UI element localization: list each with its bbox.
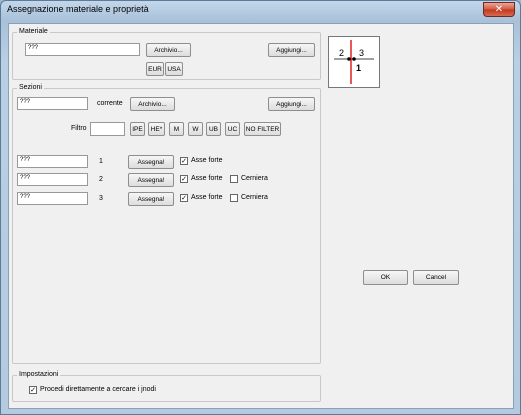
title-bar[interactable]: Assegnazione materiale e proprietà ✕ [1, 1, 520, 23]
usa-button[interactable]: USA [165, 62, 183, 76]
asse-forte-1-checkbox[interactable]: ✓ [180, 157, 188, 165]
impostazioni-group-label: Impostazioni [17, 371, 61, 378]
axis-node-right [352, 57, 356, 61]
section-axis-diagram: 2 3 1 [334, 40, 374, 84]
materiale-group-label: Materiale [17, 28, 50, 35]
materiale-group: Materiale ??? Archivio... Aggiungi... EU… [12, 28, 321, 80]
filter-none-button[interactable]: NO FILTER [244, 122, 281, 136]
sezione-3-number: 3 [99, 195, 103, 202]
assegna-3-button[interactable]: Assegna! [128, 192, 174, 206]
dialog-window: Assegnazione materiale e proprietà ✕ Mat… [0, 0, 521, 415]
sezioni-group-label: Sezioni [17, 84, 44, 91]
cerniera-3-label: Cerniera [241, 194, 268, 201]
filtro-input[interactable] [90, 122, 125, 136]
close-button[interactable]: ✕ [483, 2, 515, 17]
cerniera-2-label: Cerniera [241, 175, 268, 182]
materiale-input[interactable]: ??? [25, 43, 140, 56]
asse-forte-1-label: Asse forte [191, 157, 223, 164]
filtro-label: Filtro [71, 125, 87, 132]
close-icon: ✕ [494, 4, 504, 15]
sezione-2-number: 2 [99, 176, 103, 183]
materiale-aggiungi-button[interactable]: Aggiungi... [268, 43, 315, 57]
corrente-label: corrente [97, 100, 123, 107]
cerniera-2-checkbox[interactable] [230, 175, 238, 183]
assegna-1-button[interactable]: Assegna! [128, 155, 174, 169]
sezione-1-number: 1 [99, 158, 103, 165]
sezione-2-input[interactable]: ??? [17, 173, 88, 186]
asse-forte-2-checkbox[interactable]: ✓ [180, 175, 188, 183]
filter-uc-button[interactable]: UC [225, 122, 240, 136]
asse-forte-3-label: Asse forte [191, 194, 223, 201]
axis-node-left [347, 57, 351, 61]
window-title: Assegnazione materiale e proprietà [7, 4, 149, 14]
axis-label-2: 2 [339, 48, 344, 58]
filter-ipe-button[interactable]: IPE [130, 122, 145, 136]
sezioni-archivio-button[interactable]: Archivio... [130, 97, 175, 111]
filter-m-button[interactable]: M [169, 122, 184, 136]
sezione-3-input[interactable]: ??? [17, 192, 88, 205]
axis-label-3: 3 [359, 48, 364, 58]
ok-button[interactable]: OK [363, 270, 408, 285]
assegna-2-button[interactable]: Assegna! [128, 173, 174, 187]
cerniera-3-checkbox[interactable] [230, 194, 238, 202]
materiale-archivio-button[interactable]: Archivio... [146, 43, 191, 57]
sezioni-group: Sezioni ??? corrente Archivio... Aggiung… [12, 84, 321, 364]
sezione-corrente-input[interactable]: ??? [17, 97, 88, 110]
sezioni-aggiungi-button[interactable]: Aggiungi... [268, 97, 315, 111]
cancel-button[interactable]: Cancel [413, 270, 459, 285]
dialog-client-area: Materiale ??? Archivio... Aggiungi... EU… [8, 23, 514, 409]
procedi-checkbox[interactable]: ✓ [29, 386, 37, 394]
section-axis-preview: 2 3 1 [328, 36, 380, 88]
filter-ub-button[interactable]: UB [206, 122, 221, 136]
impostazioni-group: Impostazioni ✓ Procedi direttamente a ce… [12, 371, 321, 402]
procedi-label: Procedi direttamente a cercare i jnodi [40, 386, 156, 393]
filter-he-button[interactable]: HE* [148, 122, 165, 136]
asse-forte-2-label: Asse forte [191, 175, 223, 182]
axis-label-1: 1 [356, 63, 361, 73]
filter-w-button[interactable]: W [188, 122, 203, 136]
sezione-1-input[interactable]: ??? [17, 155, 88, 168]
eur-button[interactable]: EUR [146, 62, 164, 76]
asse-forte-3-checkbox[interactable]: ✓ [180, 194, 188, 202]
